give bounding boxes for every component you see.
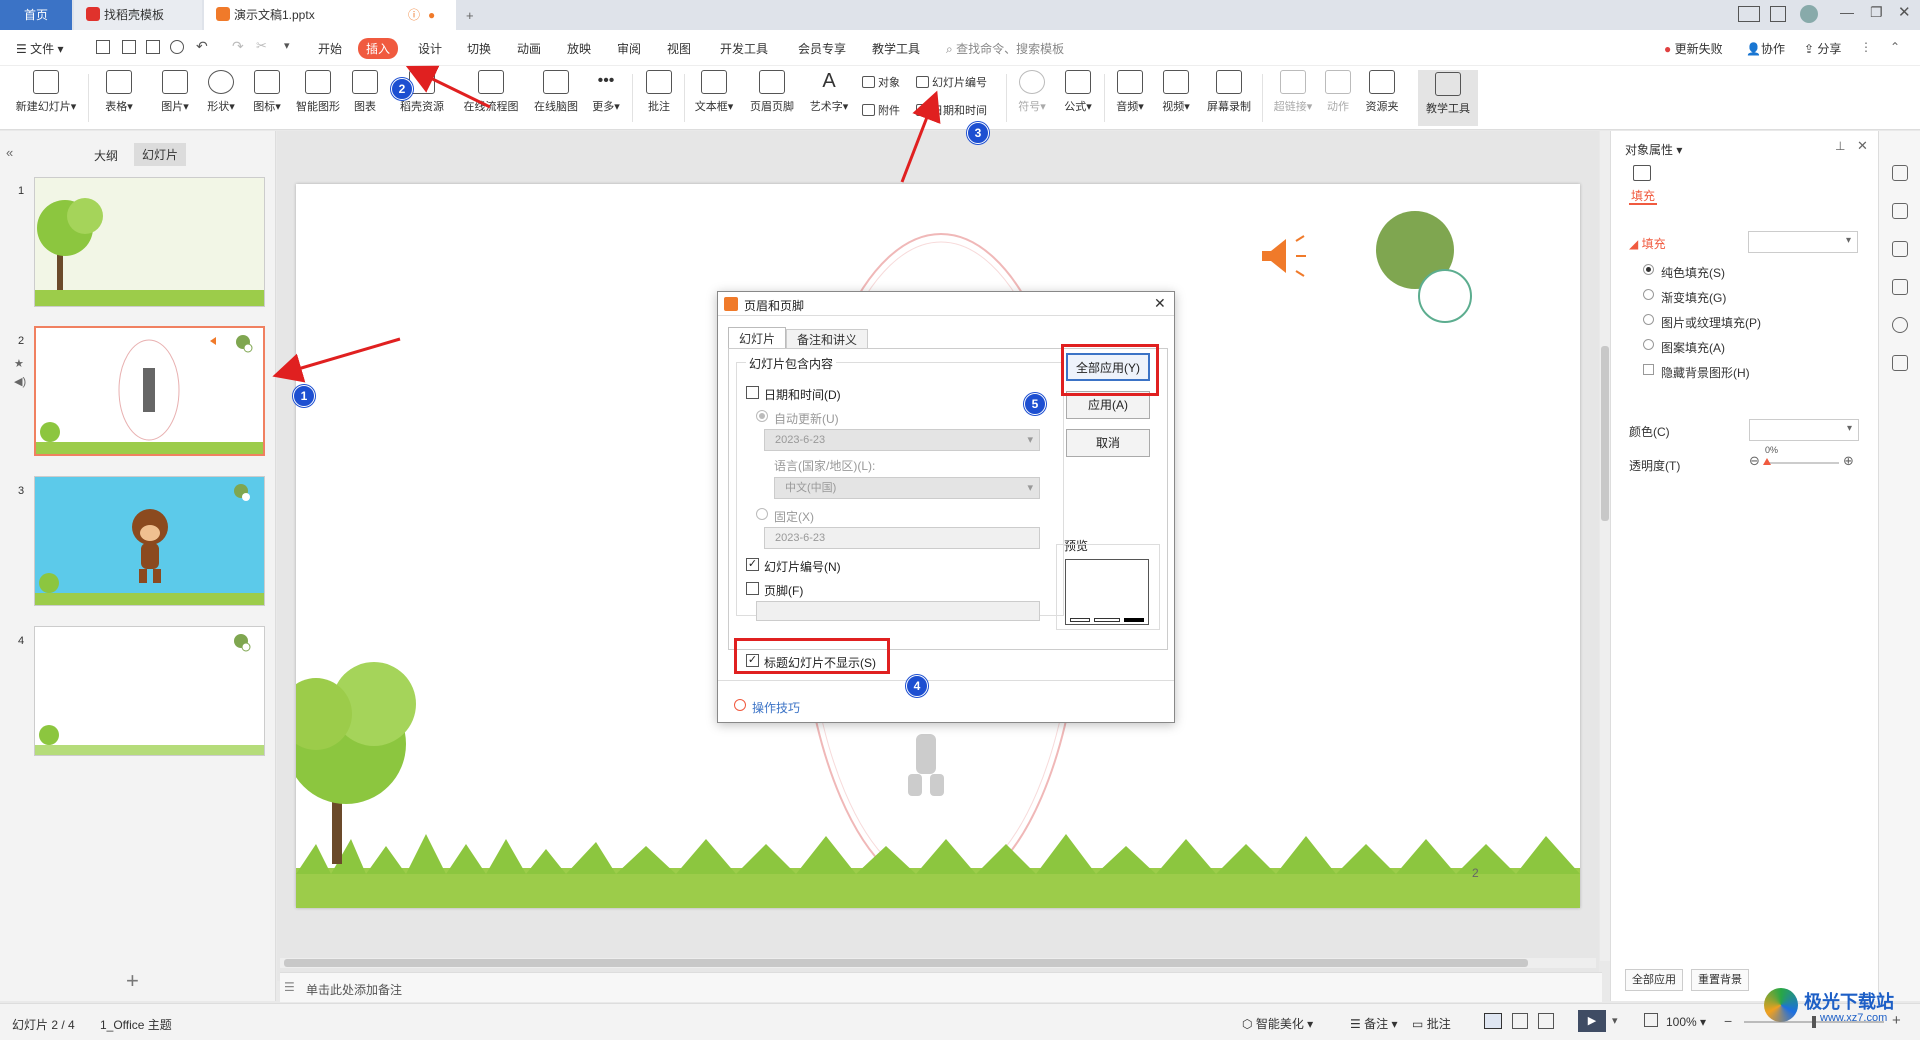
step-badge-1: 1 [293,385,315,407]
step-badge-2: 2 [391,78,413,100]
step-badge-5: 5 [1024,393,1046,415]
highlight-hide-title [734,638,890,674]
highlight-apply-all [1061,344,1159,396]
annotation-arrows [272,65,941,383]
step-badge-4: 4 [906,675,928,697]
step-badge-3: 3 [967,122,989,144]
